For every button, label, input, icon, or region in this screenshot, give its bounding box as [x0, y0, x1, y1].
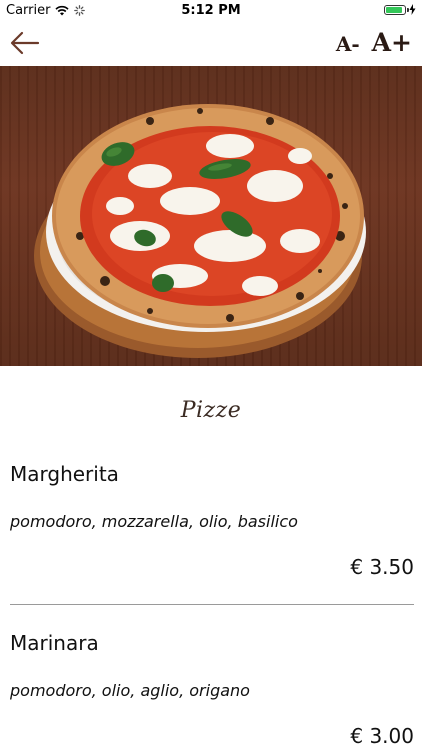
item-ingredients: pomodoro, mozzarella, olio, basilico — [10, 512, 298, 531]
font-decrease-button[interactable]: A- — [336, 32, 360, 56]
list-item[interactable]: Marinara pomodoro, olio, aglio, origano … — [10, 631, 414, 748]
item-price: € 3.50 — [350, 555, 414, 579]
list-item[interactable]: Margherita pomodoro, mozzarella, olio, b… — [10, 462, 414, 579]
item-name: Margherita — [10, 462, 119, 486]
charging-bolt-icon — [409, 4, 416, 15]
battery-icon — [384, 4, 409, 15]
item-ingredients: pomodoro, olio, aglio, origano — [10, 681, 250, 700]
status-right — [384, 4, 416, 15]
item-name: Marinara — [10, 631, 99, 655]
font-increase-button[interactable]: A+ — [372, 28, 412, 57]
section-title: Pizze — [180, 398, 242, 423]
divider — [10, 604, 414, 605]
pizza-margherita-photo — [34, 104, 366, 358]
back-button[interactable] — [8, 28, 42, 58]
font-size-controls: A- A+ — [336, 28, 412, 57]
hero-image — [0, 66, 422, 366]
battery-level — [386, 6, 402, 13]
item-price: € 3.00 — [350, 724, 414, 748]
arrow-left-icon — [10, 31, 40, 55]
status-time: 5:12 PM — [181, 3, 241, 18]
navigation-bar: A- A+ — [0, 22, 422, 66]
status-bar: Carrier 5:12 PM — [0, 0, 422, 22]
